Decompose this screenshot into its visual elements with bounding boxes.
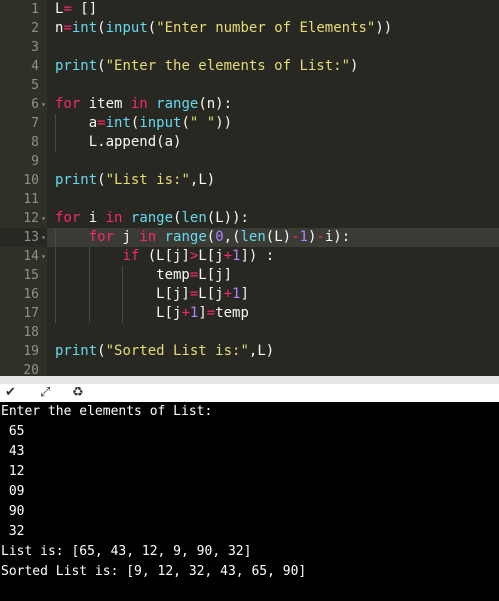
line-gutter: 19 xyxy=(0,342,47,361)
code-line[interactable]: 9 xyxy=(0,152,499,171)
code-line[interactable]: 12 ▾ for i in range(len(L)): xyxy=(0,209,499,228)
code-text: print("Sorted List is:",L) xyxy=(55,343,275,359)
line-number: 5 xyxy=(31,78,39,93)
line-gutter: 13 ▾ xyxy=(0,228,47,247)
line-number: 12 xyxy=(23,211,39,226)
code-line[interactable]: 17 L[j+1]=temp xyxy=(0,304,499,323)
console-line: 32 xyxy=(1,524,25,539)
code-line[interactable]: 6 ▾ for item in range(n): xyxy=(0,95,499,114)
line-number: 20 xyxy=(23,363,39,376)
line-number: 7 xyxy=(31,116,39,131)
line-number: 18 xyxy=(23,325,39,340)
line-number: 14 xyxy=(23,249,39,264)
line-number: 17 xyxy=(23,306,39,321)
console-line: 90 xyxy=(1,504,25,519)
fold-toggle-icon[interactable]: ▾ xyxy=(41,228,46,247)
line-number: 8 xyxy=(31,135,39,150)
line-number: 16 xyxy=(23,287,39,302)
line-number: 13 xyxy=(23,230,39,245)
code-text: for item in range(n): xyxy=(55,96,233,112)
code-line[interactable]: 7 a=int(input(" ")) xyxy=(0,114,499,133)
line-gutter: 10 xyxy=(0,171,47,190)
code-line[interactable]: 4 print("Enter the elements of List:") xyxy=(0,57,499,76)
console-line: 09 xyxy=(1,484,25,499)
code-line[interactable]: 20 xyxy=(0,361,499,376)
indent-guide xyxy=(122,266,124,323)
code-text: for i in range(len(L)): xyxy=(55,210,249,226)
console-resize-handle[interactable] xyxy=(0,376,499,384)
line-number: 9 xyxy=(31,154,39,169)
code-text: print("Enter the elements of List:") xyxy=(55,58,359,74)
line-gutter: 5 xyxy=(0,76,47,95)
expand-arrows-icon[interactable]: ⤢ xyxy=(40,384,50,402)
line-gutter: 3 xyxy=(0,38,47,57)
line-number: 15 xyxy=(23,268,39,283)
code-line[interactable]: 16 L[j]=L[j+1] xyxy=(0,285,499,304)
code-line[interactable]: 10 print("List is:",L) xyxy=(0,171,499,190)
line-gutter: 20 xyxy=(0,361,47,376)
console-toolbar: ✔ ⤢ ♻ xyxy=(0,384,499,402)
console-line: List is: [65, 43, 12, 9, 90, 32] xyxy=(1,544,252,559)
code-text: print("List is:",L) xyxy=(55,172,216,188)
line-gutter: 14 ▾ xyxy=(0,247,47,266)
chevron-down-icon[interactable]: ✔ xyxy=(5,384,16,402)
line-gutter: 11 xyxy=(0,190,47,209)
code-line[interactable]: 14 ▾ if (L[j]>L[j+1]) : xyxy=(0,247,499,266)
code-text: L[j+1]=temp xyxy=(55,305,249,321)
line-gutter: 18 xyxy=(0,323,47,342)
indent-guide xyxy=(55,228,56,323)
code-line[interactable]: 18 xyxy=(0,323,499,342)
console-line: 43 xyxy=(1,444,25,459)
line-gutter: 1 xyxy=(0,0,47,19)
code-line[interactable]: 3 xyxy=(0,38,499,57)
line-gutter: 16 xyxy=(0,285,47,304)
line-number: 3 xyxy=(31,40,39,55)
code-editor[interactable]: 1 L= [] 2 n=int(input("Enter number of Elem… xyxy=(0,0,499,376)
line-number: 2 xyxy=(31,21,39,36)
code-line[interactable]: 19 print("Sorted List is:",L) xyxy=(0,342,499,361)
line-gutter: 9 xyxy=(0,152,47,171)
console-line: Sorted List is: [9, 12, 32, 43, 65, 90] xyxy=(1,564,307,579)
code-line[interactable]: 2 n=int(input("Enter number of Elements")… xyxy=(0,19,499,38)
code-text: L= [] xyxy=(55,1,98,17)
line-number: 1 xyxy=(31,2,39,17)
code-line[interactable]: 1 L= [] xyxy=(0,0,499,19)
line-gutter: 12 ▾ xyxy=(0,209,47,228)
code-text: temp=L[j] xyxy=(55,267,233,283)
console-line: 65 xyxy=(1,424,25,439)
code-line[interactable]: 15 temp=L[j] xyxy=(0,266,499,285)
code-line[interactable]: 13 ▾ for j in range(0,(len(L)-1)-i): xyxy=(0,228,499,247)
console-output[interactable]: Enter the elements of List: 65 43 12 09 … xyxy=(0,402,499,601)
line-number: 4 xyxy=(31,59,39,74)
code-text: for j in range(0,(len(L)-1)-i): xyxy=(88,229,351,245)
line-number: 10 xyxy=(23,173,39,188)
line-number: 19 xyxy=(23,344,39,359)
line-number: 6 xyxy=(31,97,39,112)
code-text: L[j]=L[j+1] xyxy=(55,286,249,302)
line-gutter: 7 xyxy=(0,114,47,133)
line-gutter: 8 xyxy=(0,133,47,152)
code-text: L.append(a) xyxy=(55,134,182,150)
line-gutter: 6 ▾ xyxy=(0,95,47,114)
fold-toggle-icon[interactable]: ▾ xyxy=(41,209,46,228)
clear-console-icon[interactable]: ♻ xyxy=(72,384,84,402)
code-line[interactable]: 8 L.append(a) xyxy=(0,133,499,152)
indent-guide xyxy=(55,114,56,152)
code-line[interactable]: 5 xyxy=(0,76,499,95)
console-line: Enter the elements of List: xyxy=(1,404,213,419)
line-gutter: 15 xyxy=(0,266,47,285)
console-line: 12 xyxy=(1,464,25,479)
indent-guide xyxy=(88,247,90,323)
line-gutter: 17 xyxy=(0,304,47,323)
line-number: 11 xyxy=(23,192,39,207)
line-gutter: 4 xyxy=(0,57,47,76)
code-line[interactable]: 11 xyxy=(0,190,499,209)
code-text: a=int(input(" ")) xyxy=(55,115,233,131)
fold-toggle-icon[interactable]: ▾ xyxy=(41,247,46,266)
fold-toggle-icon[interactable]: ▾ xyxy=(41,95,46,114)
line-gutter: 2 xyxy=(0,19,47,38)
code-text: n=int(input("Enter number of Elements")) xyxy=(55,20,393,36)
